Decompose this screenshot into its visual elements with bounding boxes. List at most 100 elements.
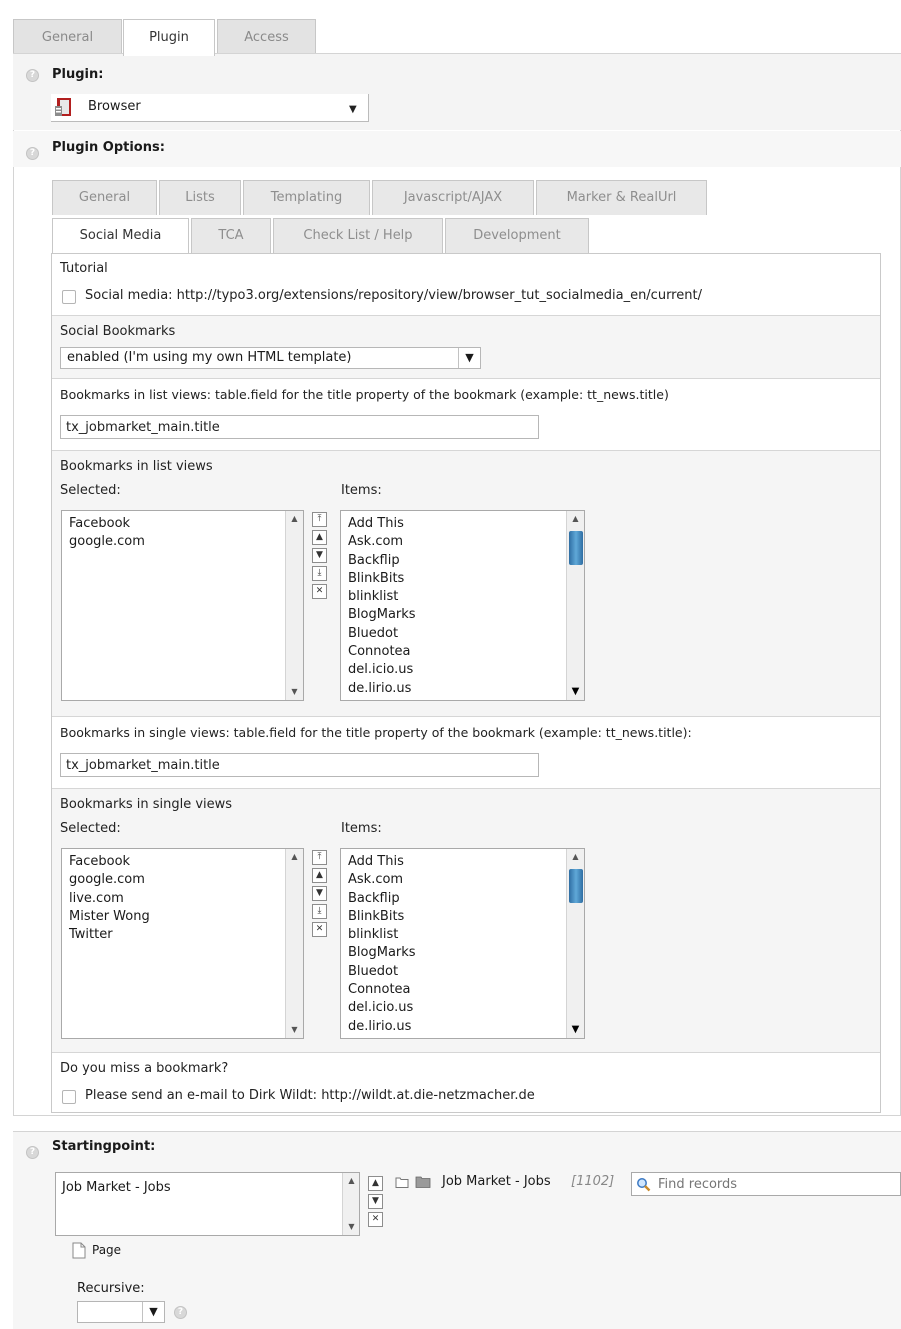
move-up-icon[interactable]: ▲ xyxy=(312,868,327,883)
list-item[interactable]: Bluedot xyxy=(348,625,577,643)
list-item[interactable]: del.icio.us xyxy=(348,661,577,679)
list-item[interactable]: de.lirio.us xyxy=(348,680,577,698)
list-item[interactable]: BlogMarks xyxy=(348,606,577,624)
subtab-tca[interactable]: TCA xyxy=(191,218,271,253)
list-item[interactable]: Add This xyxy=(348,515,577,533)
list-item[interactable]: blinklist xyxy=(348,926,577,944)
list-item[interactable]: Facebook xyxy=(69,515,296,533)
list-item[interactable]: BlinkBits xyxy=(348,570,577,588)
subtab-templating[interactable]: Templating xyxy=(243,180,370,215)
social-bookmarks-select[interactable]: enabled (I'm using my own HTML template)… xyxy=(60,347,481,369)
list-title-field-input[interactable] xyxy=(60,415,539,439)
list-item[interactable]: Bluedot xyxy=(348,963,577,981)
list-item[interactable]: Connotea xyxy=(348,643,577,661)
miss-bookmark-checkbox[interactable] xyxy=(62,1090,76,1104)
folder-open-icon[interactable] xyxy=(395,1175,409,1189)
move-up-icon[interactable]: ▲ xyxy=(312,530,327,545)
tab-plugin[interactable]: Plugin xyxy=(123,19,215,56)
recursive-label: Recursive: xyxy=(77,1281,145,1296)
tutorial-checkbox[interactable] xyxy=(62,290,76,304)
list-item[interactable]: Ask.com xyxy=(348,871,577,889)
list-item[interactable]: Backflip xyxy=(348,890,577,908)
subtab-check-list-help[interactable]: Check List / Help xyxy=(273,218,443,253)
move-down-icon[interactable]: ▼ xyxy=(368,1194,383,1209)
list-item[interactable]: Add This xyxy=(348,853,577,871)
scrollbar[interactable]: ▲ ▼ xyxy=(285,511,303,700)
help-icon[interactable]: ? xyxy=(26,1146,39,1159)
move-top-icon[interactable]: ⤒ xyxy=(312,850,327,865)
remove-icon[interactable]: ✕ xyxy=(312,922,327,937)
page-label: Page xyxy=(92,1243,122,1257)
list-views-section: Bookmarks in list views Selected: Items:… xyxy=(52,451,880,717)
startingpoint-selected-listbox[interactable]: ▲ ▼ Job Market - Jobs xyxy=(55,1172,360,1236)
remove-icon[interactable]: ✕ xyxy=(368,1212,383,1227)
list-item[interactable]: Connotea xyxy=(348,981,577,999)
startingpoint-record-id: [1102] xyxy=(571,1174,615,1189)
scrollbar[interactable]: ▲ ▼ xyxy=(566,849,584,1038)
list-item[interactable]: Mister Wong xyxy=(69,908,296,926)
single-views-selected-listbox[interactable]: ▲ ▼ Facebook google.com live.com Mister Wong… xyxy=(61,848,304,1039)
list-views-items-listbox[interactable]: ▲ ▼ Add This Ask.com Backflip BlinkBits blink… xyxy=(340,510,585,701)
list-item[interactable]: del.icio.us xyxy=(348,999,577,1017)
scrollbar[interactable]: ▲ ▼ xyxy=(566,511,584,700)
single-views-label: Bookmarks in single views xyxy=(60,797,233,812)
scrollbar[interactable]: ▲ ▼ xyxy=(285,849,303,1038)
startingpoint-title: Startingpoint: xyxy=(52,1139,156,1154)
move-bottom-icon[interactable]: ⤓ xyxy=(312,904,327,919)
list-item[interactable]: Facebook xyxy=(69,853,296,871)
find-records-input[interactable] xyxy=(656,1173,896,1195)
tutorial-section: Tutorial Social media: http://typo3.org/… xyxy=(52,254,880,316)
list-item[interactable]: Ask.com xyxy=(348,533,577,551)
miss-bookmark-section: Do you miss a bookmark? Please send an e… xyxy=(52,1053,880,1113)
social-bookmarks-section: Social Bookmarks enabled (I'm using my o… xyxy=(52,316,880,379)
selected-label: Selected: xyxy=(60,821,121,836)
subtab-development[interactable]: Development xyxy=(445,218,589,253)
miss-bookmark-label: Do you miss a bookmark? xyxy=(60,1061,229,1076)
subtab-javascript-ajax[interactable]: Javascript/AJAX xyxy=(372,180,534,215)
help-icon[interactable]: ? xyxy=(26,147,39,160)
startingpoint-record-title[interactable]: Job Market - Jobs xyxy=(442,1174,551,1189)
move-up-icon[interactable]: ▲ xyxy=(368,1176,383,1191)
list-item[interactable]: google.com xyxy=(69,533,296,551)
tab-access[interactable]: Access xyxy=(217,19,316,55)
selected-label: Selected: xyxy=(60,483,121,498)
list-item[interactable]: Job Market - Jobs xyxy=(62,1180,353,1195)
social-media-form: Tutorial Social media: http://typo3.org/… xyxy=(51,253,881,1113)
tab-general[interactable]: General xyxy=(13,19,122,55)
list-item[interactable]: Backflip xyxy=(348,552,577,570)
single-title-field-input[interactable] xyxy=(60,753,539,777)
list-item[interactable]: BlinkBits xyxy=(348,908,577,926)
subtab-general[interactable]: General xyxy=(52,180,157,215)
list-item[interactable]: BlogMarks xyxy=(348,944,577,962)
move-bottom-icon[interactable]: ⤓ xyxy=(312,566,327,581)
move-top-icon[interactable]: ⤒ xyxy=(312,512,327,527)
list-item[interactable]: google.com xyxy=(69,871,296,889)
page-icon xyxy=(72,1242,86,1259)
recursive-select[interactable]: ▼ xyxy=(77,1301,165,1323)
list-views-label: Bookmarks in list views xyxy=(60,459,213,474)
list-views-selected-listbox[interactable]: ▲ ▼ Facebook google.com xyxy=(61,510,304,701)
subtab-social-media[interactable]: Social Media xyxy=(52,218,189,253)
find-records-box[interactable] xyxy=(631,1172,901,1196)
list-item[interactable]: de.lirio.us xyxy=(348,1018,577,1036)
startingpoint-controls: ▲ ▼ ✕ xyxy=(368,1176,384,1230)
plugin-select[interactable]: Browser ▼ xyxy=(51,94,369,122)
list-item[interactable]: blinklist xyxy=(348,588,577,606)
help-icon[interactable]: ? xyxy=(26,69,39,82)
subtab-lists[interactable]: Lists xyxy=(159,180,241,215)
scrollbar[interactable]: ▲ ▼ xyxy=(342,1173,359,1235)
move-down-icon[interactable]: ▼ xyxy=(312,548,327,563)
social-bookmarks-label: Social Bookmarks xyxy=(60,324,176,339)
list-views-controls: ⤒ ▲ ▼ ⤓ ✕ xyxy=(312,512,328,602)
remove-icon[interactable]: ✕ xyxy=(312,584,327,599)
chevron-down-icon: ▼ xyxy=(142,1302,164,1322)
subtab-marker-realurl[interactable]: Marker & RealUrl xyxy=(536,180,707,215)
single-title-field-label: Bookmarks in single views: table.field f… xyxy=(60,725,692,740)
plugin-options-title: Plugin Options: xyxy=(52,140,165,155)
single-views-items-listbox[interactable]: ▲ ▼ Add This Ask.com Backflip BlinkBits blink… xyxy=(340,848,585,1039)
list-item[interactable]: Twitter xyxy=(69,926,296,944)
move-down-icon[interactable]: ▼ xyxy=(312,886,327,901)
list-item[interactable]: live.com xyxy=(69,890,296,908)
list-title-field-label: Bookmarks in list views: table.field for… xyxy=(60,387,669,402)
help-icon[interactable]: ? xyxy=(174,1306,187,1319)
